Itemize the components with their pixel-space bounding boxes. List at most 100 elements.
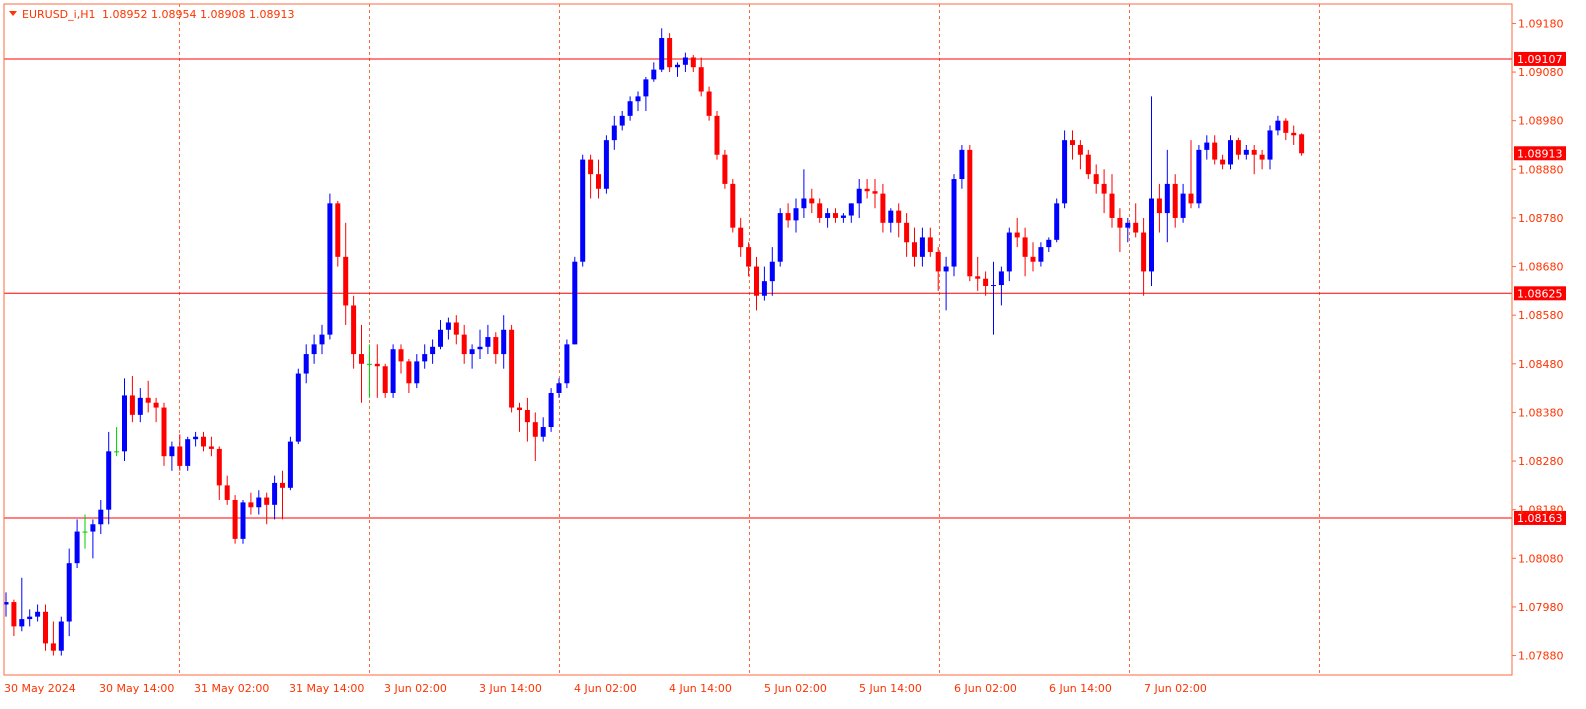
candle-body [382,366,388,393]
candle-body [224,485,230,500]
candle-body [643,79,649,97]
candles [3,28,1305,656]
candle-body [493,337,499,355]
candle [840,213,846,223]
candle [272,475,278,520]
candle-body [588,159,594,175]
candle [1022,227,1028,277]
price-tag-label: 1.08625 [1517,287,1563,300]
candle-body [1030,256,1036,262]
candle [11,599,17,637]
candle [722,149,728,189]
candle [627,96,633,121]
candle-body [809,198,815,204]
candle [98,499,104,534]
candle-body [833,213,838,218]
candle-body [1085,154,1091,175]
price-chart[interactable]: 1.091071.086251.081631.08913 1.091801.09… [0,0,1586,709]
candle [1133,203,1139,238]
grid [179,4,1320,675]
candle [153,397,159,423]
price-tick-label: 1.08680 [1518,261,1564,274]
candle-body [359,354,364,364]
candle-body [540,427,546,437]
time-tick-label: 7 Jun 02:00 [1144,682,1207,695]
candle [208,436,214,457]
candle-body [256,497,262,508]
candle-body [145,397,151,403]
chevron-down-icon[interactable] [9,11,17,16]
candle-body [430,346,436,355]
candle-body [19,619,25,627]
candle-body [264,497,270,505]
candle [596,159,601,199]
candle [1220,154,1226,170]
candle-body [998,271,1004,286]
candle-body [817,203,823,218]
candle-body [603,140,609,189]
candle-body [548,392,554,428]
candle [114,427,120,457]
candle [161,402,167,466]
candle-body [1070,140,1075,146]
price-tick-label: 1.09080 [1518,66,1564,79]
candle-body [1196,149,1202,204]
time-tick-label: 6 Jun 14:00 [1049,682,1112,695]
candle [232,495,238,544]
candle [880,183,886,233]
candle-body [74,531,80,564]
chart-window[interactable]: 1.09107 1.08625 1.08163 1.08913 1.09180 1.09… [0,0,1586,709]
candle [532,412,538,462]
candle-body [453,322,459,335]
candle-body [556,383,562,393]
candle-body [1022,237,1028,257]
candle-body [406,361,412,384]
candle-body [1259,154,1265,160]
candle-body [1267,130,1273,160]
horizontal-levels: 1.091071.086251.081631.08913 [4,51,1566,525]
candle-body [50,643,56,651]
candle-body [1220,159,1226,165]
candle [690,55,696,73]
candle-body [596,174,601,189]
time-axis[interactable]: 30 May 2024 30 May 14:00 31 May 02:00 31 Ma… [4,682,1207,695]
candle-body [927,237,933,252]
candle [817,198,823,223]
candle-body [311,344,317,355]
candle [66,548,72,637]
candle [453,315,459,345]
price-tick-label: 1.08080 [1518,552,1564,565]
candle-body [193,436,199,440]
time-tick-label: 31 May 14:00 [289,682,364,695]
candle-body [698,67,704,92]
candle-body [1125,222,1131,228]
candle [1093,164,1099,194]
candle [1006,227,1012,282]
candle-body [303,354,309,374]
chart-header: EURUSD_i,H1 1.08952 1.08954 1.08908 1.08… [9,8,294,21]
candle [643,76,649,111]
candle [603,135,609,194]
candle [872,179,878,209]
candle [730,179,736,233]
candle [943,256,949,311]
candle [1196,145,1202,209]
price-axis[interactable]: 1.09180 1.09080 1.08980 1.08880 1.08780 1.086… [1512,17,1564,663]
candle [27,609,33,627]
candle [35,604,41,622]
candle-body [335,203,341,257]
time-tick-label: 5 Jun 14:00 [859,682,922,695]
candle [343,222,349,325]
candle [430,339,436,364]
candle-body [675,64,680,68]
price-tick-label: 1.08980 [1518,115,1564,128]
time-tick-label: 5 Jun 02:00 [764,682,827,695]
candle [501,315,507,369]
candle-body [58,621,64,651]
candle [1275,115,1281,136]
candle-body [943,266,949,272]
candle [50,621,56,656]
candle-body [11,602,17,627]
candle-body [524,410,530,423]
candle [438,320,443,350]
